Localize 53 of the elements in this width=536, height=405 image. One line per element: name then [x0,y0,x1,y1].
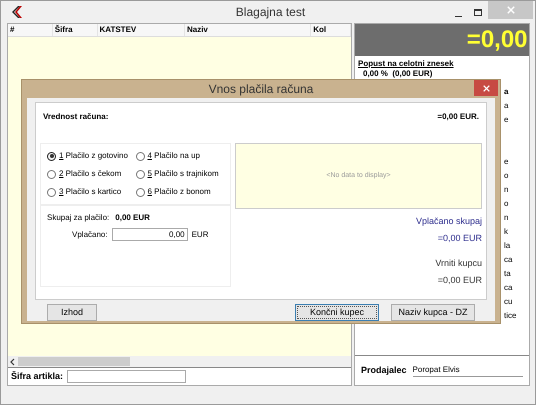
paid-total-value: =0,00 EUR [438,232,482,244]
cut-off-label: ca [504,283,512,292]
payment-radio[interactable]: 3 Plačilo s kartico [47,186,136,198]
currency-label: EUR [192,228,208,240]
invoice-value: =0,00 EUR. [437,111,479,123]
cut-off-label: o [504,199,508,208]
cut-off-label: e [504,157,508,166]
cut-off-label: n [504,213,508,222]
total-value: 0,00 EUR [115,212,150,224]
invoice-label: Vrednost računa: [43,111,108,123]
paid-label: Vplačano: [72,228,108,240]
cut-off-label: k [504,227,508,236]
dialog-button[interactable]: Izhod [47,304,97,321]
cut-off-label: e [504,115,508,124]
article-code-field[interactable] [67,370,186,383]
paid-total-label: Vplačano skupaj [416,215,482,228]
close-icon [482,84,490,92]
payment-radio[interactable]: 4 Plačilo na up [136,150,224,162]
dialog-button[interactable]: Končni kupec [295,304,379,321]
cut-off-label: o [504,171,508,180]
close-icon [506,6,514,14]
change-label: Vrniti kupcu [435,257,482,270]
payment-radio[interactable]: 5 Plačilo s trajnikom [136,168,224,180]
payment-radio[interactable]: 6 Plačilo z bonom [136,186,224,198]
dialog-title: Vnos plačila računa [208,81,314,98]
cut-off-label: la [504,241,510,250]
column-header[interactable]: Naziv [184,24,312,36]
change-value: =0,00 EUR [438,274,482,286]
seller-name: Poropat Elvis [412,364,523,377]
field-label: Šifra artikla: [11,370,64,383]
discount-value: 0,00 % (0,00 EUR) [363,69,434,79]
close-button[interactable] [474,80,498,96]
window-title: Blagajna test [234,4,306,21]
app-logo-icon [11,5,23,19]
cut-off-label: cu [504,297,512,306]
cut-off-label: tice [504,311,516,320]
column-header[interactable]: Kol [311,24,352,36]
cut-off-label: a [504,101,508,110]
column-header[interactable]: Šifra [52,24,98,36]
paid-amount-field[interactable]: 0,00 [112,228,188,241]
dialog-button[interactable]: Naziv kupca - DZ [391,304,475,321]
payment-radio[interactable]: 2 Plačilo s čekom [47,168,136,180]
cut-off-label: ta [504,269,511,278]
seller-label: Prodajalec [361,364,407,377]
discount-label: Popust na celotni znesek [358,59,455,69]
payment-radio[interactable]: 1 Plačilo z gotovino [47,150,136,162]
column-header[interactable]: # [8,24,53,36]
cut-off-label: ca [504,255,512,264]
total-display: =0,00 [355,24,529,56]
cut-off-label: n [504,185,508,194]
column-header[interactable]: KATSTEV [98,24,185,36]
cut-off-label: a [504,87,508,96]
total-label: Skupaj za plačilo: [47,212,110,224]
